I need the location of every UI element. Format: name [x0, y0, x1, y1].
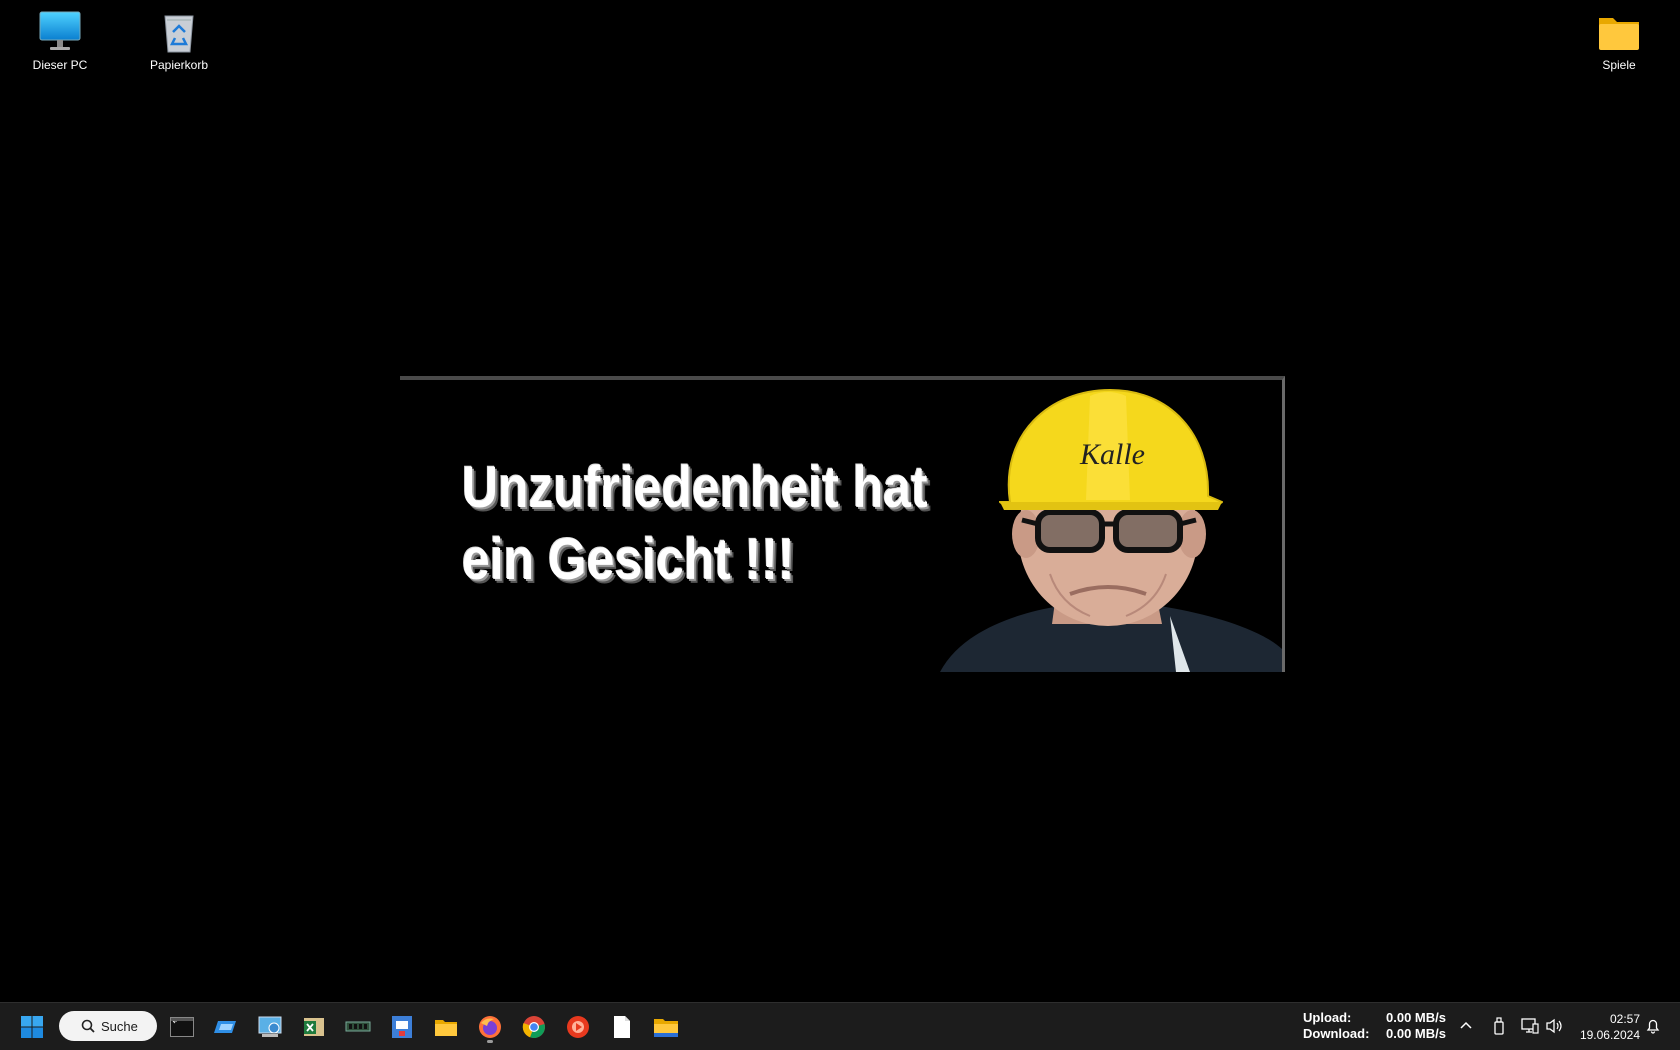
upload-value: 0.00 MB/s: [1386, 1010, 1446, 1025]
taskbar-app-excel[interactable]: [296, 1009, 332, 1045]
chrome-icon: [522, 1016, 545, 1039]
download-label: Download:: [1303, 1026, 1370, 1041]
remote-desktop-icon: [214, 1021, 236, 1033]
search-box[interactable]: Suche: [59, 1011, 157, 1041]
firefox-icon: [479, 1016, 501, 1038]
upload-label: Upload:: [1303, 1010, 1352, 1025]
clock[interactable]: 02:57 19.06.2024: [1572, 1011, 1640, 1043]
search-icon: [81, 1019, 95, 1033]
desktop-icon-papierkorb[interactable]: Papierkorb: [134, 8, 224, 72]
volume-icon[interactable]: [1545, 1018, 1563, 1034]
taskbar-app-file-explorer[interactable]: [428, 1009, 464, 1045]
computer-icon: [36, 8, 84, 56]
network-speed-monitor: Upload: 0.00 MB/s Download: 0.00 MB/s: [1303, 1010, 1446, 1042]
desktop-icon-dieser-pc[interactable]: Dieser PC: [15, 8, 105, 72]
taskbar-app-chrome[interactable]: [516, 1009, 552, 1045]
download-value: 0.00 MB/s: [1386, 1026, 1446, 1041]
id-card-app-icon: [392, 1016, 412, 1038]
taskbar-app-media-player[interactable]: [560, 1009, 596, 1045]
media-player-icon: [567, 1016, 589, 1038]
file-explorer-icon: [435, 1020, 457, 1036]
clock-date: 19.06.2024: [1579, 1028, 1640, 1042]
windows-start-icon: [21, 1016, 43, 1038]
network-icon[interactable]: [1521, 1018, 1539, 1034]
taskbar-app-document[interactable]: [604, 1009, 640, 1045]
excel-icon: [304, 1018, 324, 1036]
slogan-line-2: ein Gesicht !!!: [462, 527, 795, 592]
desktop-icon-label: Spiele: [1602, 58, 1636, 72]
folder-icon: [1595, 8, 1643, 56]
taskbar-app-remote-desktop[interactable]: [208, 1009, 244, 1045]
wallpaper-slogan: Unzufriedenheit hat ein Gesicht !!!: [462, 452, 928, 596]
taskbar-app-terminal[interactable]: [164, 1009, 200, 1045]
desktop-icon-spiele[interactable]: Spiele: [1574, 8, 1664, 72]
active-indicator: [487, 1040, 493, 1043]
start-button[interactable]: [14, 1009, 50, 1045]
memory-module-icon: [345, 1021, 371, 1032]
usb-drive-icon[interactable]: [1493, 1017, 1505, 1035]
recycle-bin-icon: [155, 8, 203, 56]
bell-icon[interactable]: [1646, 1018, 1660, 1034]
desktop-icon-label: Dieser PC: [32, 58, 88, 72]
clock-time: 02:57: [1609, 1012, 1640, 1026]
taskbar-app-memory[interactable]: [340, 1009, 376, 1045]
wallpaper-banner: Unzufriedenheit hat ein Gesicht !!! Kall…: [400, 376, 1285, 672]
slogan-line-1: Unzufriedenheit hat: [462, 455, 928, 520]
blank-document-icon: [614, 1016, 630, 1038]
portrait-image: Kalle: [940, 388, 1282, 672]
taskbar-app-control-panel[interactable]: [252, 1009, 288, 1045]
taskbar: Suche Upload: 0.00 MB/s Download: 0.00 M…: [0, 1002, 1680, 1050]
taskbar-app-firefox[interactable]: [472, 1009, 508, 1045]
helmet-text: Kalle: [1079, 438, 1145, 471]
search-label: Suche: [101, 1018, 138, 1034]
taskbar-app-folder[interactable]: [648, 1009, 684, 1045]
control-panel-icon: [258, 1016, 282, 1037]
taskbar-app-id-card[interactable]: [384, 1009, 420, 1045]
folder-icon: [654, 1019, 678, 1037]
desktop-icon-label: Papierkorb: [149, 58, 209, 72]
chevron-up-icon[interactable]: [1460, 1020, 1472, 1030]
terminal-icon: [170, 1017, 194, 1037]
